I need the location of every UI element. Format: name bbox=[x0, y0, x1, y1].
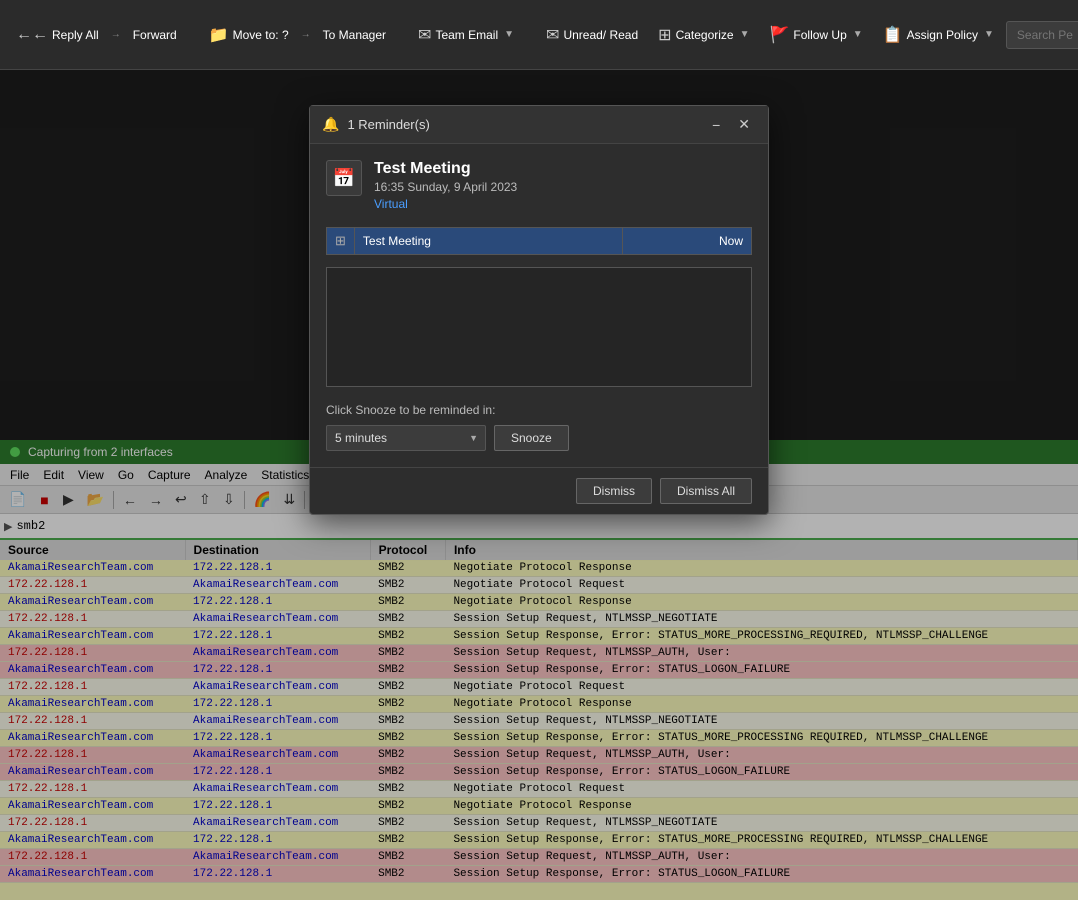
forward-button[interactable]: Forward bbox=[125, 22, 185, 48]
meeting-row-icon: ⊞ bbox=[335, 233, 346, 248]
dismiss-button[interactable]: Dismiss bbox=[576, 478, 652, 504]
categorize-icon: ⊞ bbox=[658, 25, 671, 45]
assign-policy-button[interactable]: 📋 Assign Policy ▼ bbox=[875, 19, 1002, 51]
follow-up-dropdown-icon: ▼ bbox=[853, 29, 863, 40]
reminder-title: 1 Reminder(s) bbox=[347, 117, 429, 132]
close-button[interactable]: ✕ bbox=[732, 114, 756, 135]
email-icon: ✉ bbox=[418, 25, 431, 45]
follow-up-label: Follow Up bbox=[793, 28, 846, 42]
categorize-button[interactable]: ⊞ Categorize ▼ bbox=[650, 19, 757, 51]
minimize-button[interactable]: − bbox=[706, 114, 726, 135]
meeting-list-empty-area bbox=[326, 267, 752, 387]
meeting-row-name: Test Meeting bbox=[354, 228, 622, 255]
reply-all-icon: ←← bbox=[16, 26, 48, 44]
meeting-row-time: Now bbox=[622, 228, 751, 255]
move-to-button[interactable]: 📁 Move to: ? bbox=[201, 19, 297, 51]
reminder-dialog: 🔔 1 Reminder(s) − ✕ 📅 Test Meeting 16:35… bbox=[309, 105, 769, 515]
assign-policy-dropdown-icon: ▼ bbox=[984, 29, 994, 40]
meeting-datetime: 16:35 Sunday, 9 April 2023 bbox=[374, 180, 517, 194]
dialog-titlebar: 🔔 1 Reminder(s) − ✕ bbox=[310, 106, 768, 144]
follow-up-icon: 🚩 bbox=[770, 25, 790, 45]
calendar-icon: 📅 bbox=[326, 160, 362, 196]
dialog-footer-buttons: Dismiss Dismiss All bbox=[576, 478, 752, 504]
reply-all-label: Reply All bbox=[52, 28, 99, 42]
to-manager-arrow-icon: → bbox=[301, 29, 311, 40]
reply-all-button[interactable]: ←← Reply All bbox=[8, 20, 107, 50]
follow-up-button[interactable]: 🚩 Follow Up ▼ bbox=[762, 19, 871, 51]
team-email-dropdown-icon: ▼ bbox=[504, 29, 514, 40]
assign-policy-icon: 📋 bbox=[883, 25, 903, 45]
snooze-label: Click Snooze to be reminded in: bbox=[326, 403, 752, 417]
unread-icon: ✉ bbox=[546, 25, 559, 45]
to-manager-label: To Manager bbox=[323, 28, 386, 42]
snooze-select-wrapper: 5 minutes 10 minutes 15 minutes 30 minut… bbox=[326, 425, 486, 451]
team-email-label: Team Email bbox=[435, 28, 498, 42]
dialog-footer: Dismiss Dismiss All bbox=[310, 467, 768, 514]
meeting-title: Test Meeting bbox=[374, 160, 517, 178]
forward-label: Forward bbox=[133, 28, 177, 42]
categorize-dropdown-icon: ▼ bbox=[740, 29, 750, 40]
outlook-toolbar: ←← Reply All → Forward 📁 Move to: ? → To… bbox=[0, 0, 1078, 70]
dialog-title-area: 🔔 1 Reminder(s) bbox=[322, 116, 430, 133]
dialog-window-controls: − ✕ bbox=[706, 114, 756, 135]
to-manager-button[interactable]: To Manager bbox=[315, 22, 394, 48]
team-email-button[interactable]: ✉ Team Email ▼ bbox=[410, 19, 522, 51]
move-icon: 📁 bbox=[209, 25, 229, 45]
meeting-info: Test Meeting 16:35 Sunday, 9 April 2023 … bbox=[374, 160, 517, 211]
meeting-list-row[interactable]: ⊞ Test Meeting Now bbox=[327, 228, 752, 255]
categorize-label: Categorize bbox=[676, 28, 734, 42]
virtual-link[interactable]: Virtual bbox=[374, 197, 517, 211]
unread-read-button[interactable]: ✉ Unread/ Read bbox=[538, 19, 646, 51]
meeting-list-table: ⊞ Test Meeting Now bbox=[326, 227, 752, 255]
snooze-controls: 5 minutes 10 minutes 15 minutes 30 minut… bbox=[326, 425, 752, 451]
move-to-label: Move to: ? bbox=[233, 28, 289, 42]
snooze-section: Click Snooze to be reminded in: 5 minute… bbox=[326, 403, 752, 451]
dialog-body: 📅 Test Meeting 16:35 Sunday, 9 April 202… bbox=[310, 144, 768, 467]
bell-icon: 🔔 bbox=[322, 116, 339, 133]
reminder-overlay: 🔔 1 Reminder(s) − ✕ 📅 Test Meeting 16:35… bbox=[0, 70, 1078, 900]
unread-read-label: Unread/ Read bbox=[563, 28, 638, 42]
search-input[interactable] bbox=[1006, 21, 1078, 49]
snooze-button[interactable]: Snooze bbox=[494, 425, 569, 451]
meeting-header: 📅 Test Meeting 16:35 Sunday, 9 April 202… bbox=[326, 160, 752, 211]
forward-arrow-icon: → bbox=[111, 29, 121, 40]
assign-policy-label: Assign Policy bbox=[907, 28, 978, 42]
snooze-dropdown[interactable]: 5 minutes 10 minutes 15 minutes 30 minut… bbox=[326, 425, 486, 451]
dismiss-all-button[interactable]: Dismiss All bbox=[660, 478, 752, 504]
